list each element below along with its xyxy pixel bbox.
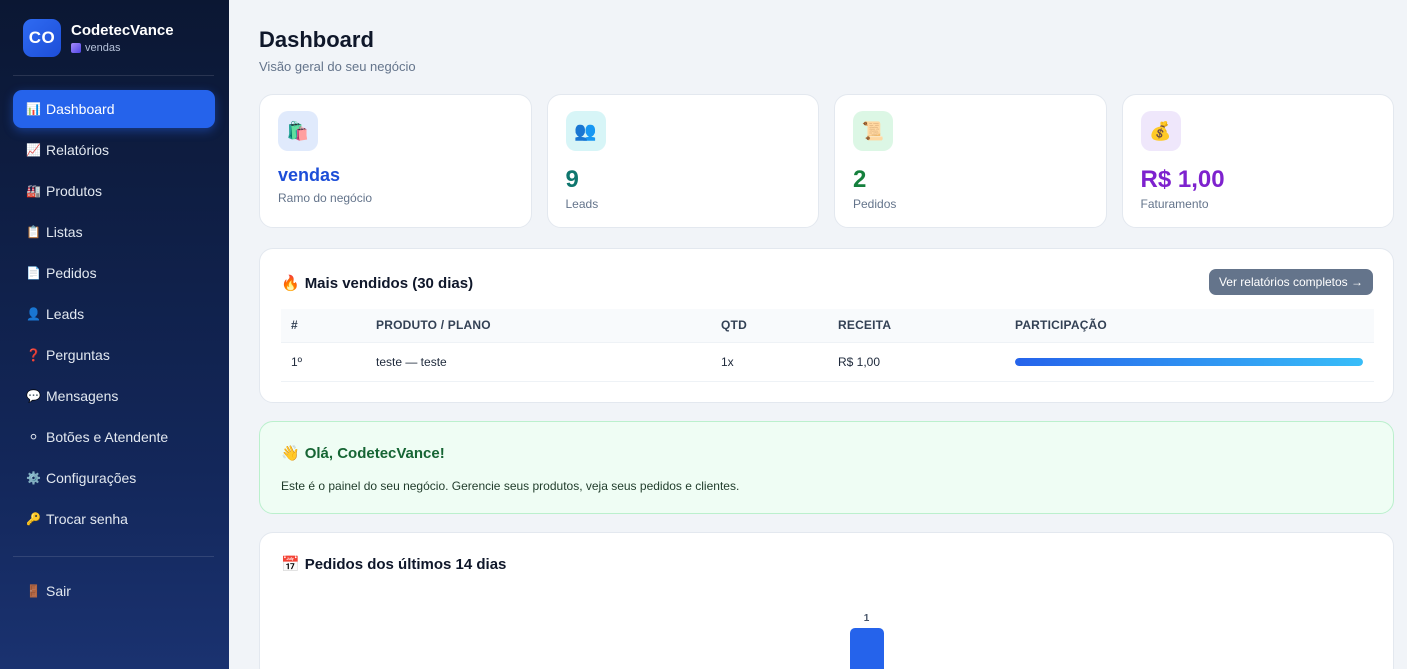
orders-chart-card: 📅 Pedidos dos últimos 14 dias 1: [259, 532, 1394, 669]
top-sellers-table: # PRODUTO / PLANO QTD RECEITA PARTICIPAÇ…: [281, 309, 1374, 382]
stat-card: 👥 9 Leads: [546, 94, 819, 228]
stat-value: 2: [853, 166, 867, 193]
stat-label: Leads: [565, 197, 599, 211]
sidebar-item-produtos[interactable]: 🏭 Produtos: [13, 172, 215, 210]
sidebar-divider: [13, 556, 214, 557]
sidebar-item-label: Perguntas: [46, 347, 110, 363]
scroll-icon: 📜: [853, 111, 893, 151]
sidebar-item-label: Configurações: [46, 470, 137, 486]
key-icon: 🔑: [26, 512, 41, 526]
sidebar-item-pedidos[interactable]: 📄 Pedidos: [13, 254, 215, 292]
stat-card: 💰 R$ 1,00 Faturamento: [1121, 94, 1394, 228]
logout-button[interactable]: 🚪 Sair: [13, 572, 215, 610]
factory-icon: 🏭: [26, 184, 41, 198]
cell-revenue: R$ 1,00: [828, 341, 1005, 382]
stat-label: Faturamento: [1140, 197, 1209, 211]
user-icon: 👤: [26, 307, 41, 321]
orders-chart-title: Pedidos dos últimos 14 dias: [304, 555, 507, 573]
sidebar-item-listas[interactable]: 📋 Listas: [13, 213, 215, 251]
sidebar-item-label: Pedidos: [46, 265, 97, 281]
fire-icon: 🔥: [281, 275, 300, 292]
sidebar-item-label: Dashboard: [46, 101, 115, 117]
sidebar-item-configuracoes[interactable]: ⚙️ Configurações: [13, 459, 215, 497]
brand-name: CodetecVance: [71, 22, 174, 39]
stat-card: 📜 2 Pedidos: [834, 94, 1107, 228]
column-header: #: [281, 309, 366, 342]
sidebar-item-botoes-e-atendente[interactable]: ⚪ Botões e Atendente: [13, 418, 215, 456]
brand-subtitle: vendas: [85, 42, 121, 54]
sidebar: CO CodetecVance vendas 📊 Dashboard 📈 Relató…: [0, 0, 229, 669]
welcome-title: Olá, CodetecVance!: [304, 444, 445, 462]
cell-qty: 1x: [711, 341, 828, 382]
sidebar-item-relatorios[interactable]: 📈 Relatórios: [13, 131, 215, 169]
users-icon: 👥: [565, 111, 606, 151]
stat-label: Ramo do negócio: [278, 191, 373, 205]
sidebar-item-label: Mensagens: [46, 388, 119, 404]
sidebar-item-trocar-senha[interactable]: 🔑 Trocar senha: [13, 500, 215, 538]
chat-icon: 💬: [26, 389, 41, 403]
shopping-bag-icon: [71, 43, 81, 53]
stat-value: 9: [565, 166, 579, 193]
circle-icon: ⚪: [28, 430, 39, 444]
chart-icon: 📊: [26, 102, 41, 116]
sidebar-item-label: Botões e Atendente: [46, 429, 169, 445]
page-subtitle: Visão geral do seu negócio: [259, 59, 416, 74]
welcome-text: Este é o painel do seu negócio. Gerencie…: [281, 479, 740, 493]
table-row: 1º teste — teste 1x R$ 1,00: [281, 341, 1374, 382]
waving-hand-icon: 👋: [281, 445, 300, 462]
full-reports-button[interactable]: Ver relatórios completos →: [1208, 269, 1373, 295]
column-header: PARTICIPAÇÃO: [1005, 309, 1374, 342]
calendar-icon: 📅: [281, 556, 300, 573]
sidebar-nav: 📊 Dashboard 📈 Relatórios 🏭 Produtos 📋 Listas 📄 Pe…: [13, 90, 215, 541]
orders-chart: 1: [281, 588, 1374, 669]
chart-bar: [849, 628, 884, 669]
stats-row: 🛍️ vendas Ramo do negócio 👥 9 Leads 📜 2 Pedidos 💰…: [259, 94, 1394, 228]
sidebar-item-perguntas[interactable]: ❓ Perguntas: [13, 336, 215, 374]
money-bag-icon: 💰: [1140, 111, 1181, 151]
top-sellers-card: 🔥 Mais vendidos (30 dias) Ver relatórios…: [259, 248, 1394, 403]
share-bar-fill: [1015, 357, 1363, 366]
trend-icon: 📈: [26, 143, 41, 157]
sidebar-item-label: Leads: [46, 306, 85, 322]
logout-label: Sair: [46, 583, 71, 599]
stat-label: Pedidos: [853, 197, 897, 211]
sidebar-item-leads[interactable]: 👤 Leads: [13, 295, 215, 333]
chart-data-label: 1: [863, 613, 870, 624]
column-header: PRODUTO / PLANO: [366, 309, 711, 342]
brand: CO CodetecVance vendas: [23, 19, 174, 57]
top-sellers-title: Mais vendidos (30 dias): [304, 274, 474, 292]
cell-rank: 1º: [281, 341, 366, 382]
column-header: QTD: [711, 309, 828, 342]
cell-product: teste — teste: [366, 341, 711, 382]
question-icon: ❓: [26, 348, 41, 362]
brand-logo: CO: [23, 19, 61, 57]
sidebar-item-label: Listas: [46, 224, 83, 240]
sidebar-item-mensagens[interactable]: 💬 Mensagens: [13, 377, 215, 415]
door-icon: 🚪: [26, 584, 41, 598]
sidebar-item-dashboard[interactable]: 📊 Dashboard: [13, 90, 215, 128]
column-header: RECEITA: [828, 309, 1005, 342]
welcome-card: 👋 Olá, CodetecVance! Este é o painel do …: [259, 421, 1394, 514]
gear-icon: ⚙️: [26, 471, 41, 485]
stat-card: 🛍️ vendas Ramo do negócio: [259, 94, 532, 228]
document-icon: 📄: [26, 266, 41, 280]
sidebar-item-label: Trocar senha: [46, 511, 128, 527]
stat-value: R$ 1,00: [1140, 166, 1225, 193]
stat-value: vendas: [278, 165, 341, 185]
sidebar-item-label: Relatórios: [46, 142, 110, 158]
share-bar: [1015, 357, 1363, 366]
cell-share: [1005, 341, 1374, 382]
sidebar-item-label: Produtos: [46, 183, 103, 199]
clipboard-icon: 📋: [26, 225, 41, 239]
page-title: Dashboard: [259, 27, 374, 52]
sidebar-divider: [13, 75, 214, 76]
shopping-bag-icon: 🛍️: [278, 111, 318, 151]
